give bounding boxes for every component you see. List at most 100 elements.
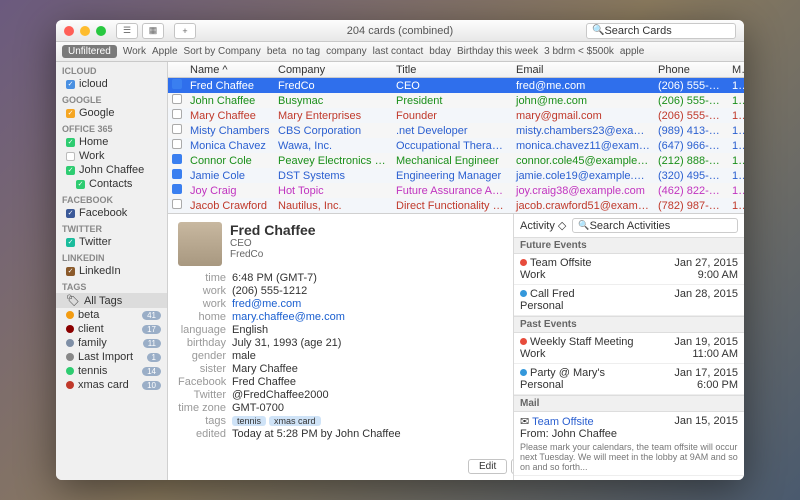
filter-chip[interactable]: bday bbox=[429, 46, 451, 57]
search-input[interactable]: 🔍 Search Cards bbox=[586, 23, 736, 39]
field-label: language bbox=[178, 324, 232, 336]
sidebar-tag[interactable]: xmas card10 bbox=[56, 378, 167, 392]
table-row[interactable]: Mary ChaffeeMary EnterprisesFoundermary@… bbox=[168, 108, 744, 123]
field-value[interactable]: mary.chaffee@me.com bbox=[232, 311, 345, 323]
cell-email: jacob.crawford51@example.com bbox=[512, 200, 654, 212]
sidebar-item[interactable]: ✓John Chaffee bbox=[56, 163, 167, 177]
checkbox-icon[interactable]: ✓ bbox=[66, 138, 75, 147]
filter-chip[interactable]: Birthday this week bbox=[457, 46, 538, 57]
filter-chip[interactable]: beta bbox=[267, 46, 286, 57]
checkbox-icon[interactable]: ✓ bbox=[66, 80, 75, 89]
filter-chip[interactable]: Unfiltered bbox=[62, 45, 117, 58]
column-header[interactable]: Company bbox=[274, 64, 392, 76]
sidebar-tag[interactable]: family11 bbox=[56, 336, 167, 350]
filter-chip[interactable]: Apple bbox=[152, 46, 178, 57]
row-checkbox[interactable] bbox=[172, 154, 182, 164]
checkbox-icon[interactable]: ✓ bbox=[66, 267, 75, 276]
column-header[interactable]: Name ^ bbox=[186, 64, 274, 76]
table-row[interactable]: Monica ChavezWawa, Inc.Occupational Ther… bbox=[168, 138, 744, 153]
sidebar-tag[interactable]: tennis14 bbox=[56, 364, 167, 378]
row-checkbox[interactable] bbox=[172, 109, 182, 119]
cell-title: Founder bbox=[392, 110, 512, 122]
sidebar-item[interactable]: ✓Contacts bbox=[56, 177, 167, 191]
activity-item[interactable]: Call FredJan 28, 2015Personal bbox=[514, 285, 744, 316]
activity-time: 9:00 AM bbox=[698, 269, 738, 281]
column-header[interactable]: Email bbox=[512, 64, 654, 76]
checkbox-icon[interactable]: ✓ bbox=[66, 238, 75, 247]
table-row[interactable]: Fred ChaffeeFredCoCEOfred@me.com(206) 55… bbox=[168, 78, 744, 93]
filter-chip[interactable]: last contact bbox=[373, 46, 424, 57]
table-row[interactable]: Connor ColePeavey Electronics Corpor...M… bbox=[168, 153, 744, 168]
table-row[interactable]: Misty ChambersCBS Corporation.net Develo… bbox=[168, 123, 744, 138]
filter-chip[interactable]: Work bbox=[123, 46, 146, 57]
filter-chip[interactable]: company bbox=[326, 46, 367, 57]
checkbox-icon[interactable]: ✓ bbox=[66, 166, 75, 175]
sidebar-item[interactable]: Work bbox=[56, 149, 167, 163]
sidebar-item[interactable]: ✓LinkedIn bbox=[56, 264, 167, 278]
field-value: GMT-0700 bbox=[232, 402, 284, 414]
activity-header[interactable]: Activity ◇ bbox=[520, 219, 566, 232]
edit-button[interactable]: Edit bbox=[468, 459, 507, 474]
checkbox-icon[interactable]: ✓ bbox=[66, 109, 75, 118]
activity-time: 11:00 AM bbox=[692, 348, 738, 360]
row-checkbox[interactable] bbox=[172, 79, 182, 89]
sidebar-tag[interactable]: Last Import1 bbox=[56, 350, 167, 364]
view-toggle-button[interactable]: ☰ bbox=[116, 23, 138, 39]
cell-name: Connor Cole bbox=[186, 155, 274, 167]
checkbox-icon[interactable]: ✓ bbox=[66, 209, 75, 218]
cell-title: Mechanical Engineer bbox=[392, 155, 512, 167]
checkbox-icon[interactable] bbox=[66, 152, 75, 161]
add-button[interactable]: + bbox=[174, 23, 196, 39]
card-field: languageEnglish bbox=[178, 324, 503, 336]
cell-email: joy.craig38@example.com bbox=[512, 185, 654, 197]
table-row[interactable]: Jacob CrawfordNautilus, Inc.Direct Funct… bbox=[168, 198, 744, 213]
cell-modified: 1/22/15, 5:29 PM bbox=[728, 110, 744, 122]
sidebar-item[interactable]: ✓Facebook bbox=[56, 206, 167, 220]
sidebar-item[interactable]: ✓Twitter bbox=[56, 235, 167, 249]
checkbox-icon[interactable]: ✓ bbox=[76, 180, 85, 189]
sidebar-item[interactable]: ✓Home bbox=[56, 135, 167, 149]
close-icon[interactable] bbox=[64, 26, 74, 36]
column-header[interactable]: Title bbox=[392, 64, 512, 76]
field-value[interactable]: fred@me.com bbox=[232, 298, 301, 310]
table-row[interactable]: Joy CraigHot TopicFuture Assurance Agent… bbox=[168, 183, 744, 198]
activity-search-input[interactable]: 🔍 Search Activities bbox=[572, 218, 738, 233]
sidebar-item[interactable]: ✓icloud bbox=[56, 77, 167, 91]
tag-dot-icon bbox=[66, 325, 74, 333]
share-button[interactable]: ⇧ bbox=[511, 459, 514, 474]
cell-title: Engineering Manager bbox=[392, 170, 512, 182]
sidebar-item[interactable]: ✓Google bbox=[56, 106, 167, 120]
activity-search-placeholder: Search Activities bbox=[590, 220, 671, 232]
tag-chip[interactable]: xmas card bbox=[269, 416, 321, 426]
column-header[interactable]: Phone bbox=[654, 64, 728, 76]
activity-date: Jan 19, 2015 bbox=[674, 336, 738, 348]
activity-section-header: Past Events bbox=[514, 316, 744, 333]
view-grid-button[interactable]: ▦ bbox=[142, 23, 164, 39]
row-checkbox[interactable] bbox=[172, 94, 182, 104]
row-checkbox[interactable] bbox=[172, 169, 182, 179]
row-checkbox[interactable] bbox=[172, 139, 182, 149]
filter-chip[interactable]: no tag bbox=[292, 46, 320, 57]
tag-chip[interactable]: tennis bbox=[232, 416, 266, 426]
sidebar-item-all-tags[interactable]: 🏷All Tags bbox=[56, 293, 167, 308]
filter-chip[interactable]: 3 bdrm < $500k bbox=[544, 46, 614, 57]
row-checkbox[interactable] bbox=[172, 199, 182, 209]
table-row[interactable]: Jamie ColeDST SystemsEngineering Manager… bbox=[168, 168, 744, 183]
activity-item[interactable]: Team OffsiteJan 27, 2015Work9:00 AM bbox=[514, 254, 744, 285]
activity-sub: Personal bbox=[520, 300, 563, 312]
activity-item[interactable]: ✉ Team OffsiteJan 15, 2015From: John Cha… bbox=[514, 412, 744, 476]
table-row[interactable]: John ChaffeeBusymacPresidentjohn@me.com(… bbox=[168, 93, 744, 108]
filter-chip[interactable]: apple bbox=[620, 46, 644, 57]
row-checkbox[interactable] bbox=[172, 124, 182, 134]
row-checkbox[interactable] bbox=[172, 184, 182, 194]
filter-chip[interactable]: Sort by Company bbox=[184, 46, 261, 57]
zoom-icon[interactable] bbox=[96, 26, 106, 36]
column-header[interactable]: Modified bbox=[728, 64, 744, 76]
activity-item[interactable]: Weekly Staff MeetingJan 19, 2015Work11:0… bbox=[514, 333, 744, 364]
sidebar-tag[interactable]: beta41 bbox=[56, 308, 167, 322]
activity-item[interactable]: Party @ Mary'sJan 17, 2015Personal6:00 P… bbox=[514, 364, 744, 395]
sidebar-tag[interactable]: client17 bbox=[56, 322, 167, 336]
cell-company: Hot Topic bbox=[274, 185, 392, 197]
activity-time: 6:00 PM bbox=[697, 379, 738, 391]
minimize-icon[interactable] bbox=[80, 26, 90, 36]
